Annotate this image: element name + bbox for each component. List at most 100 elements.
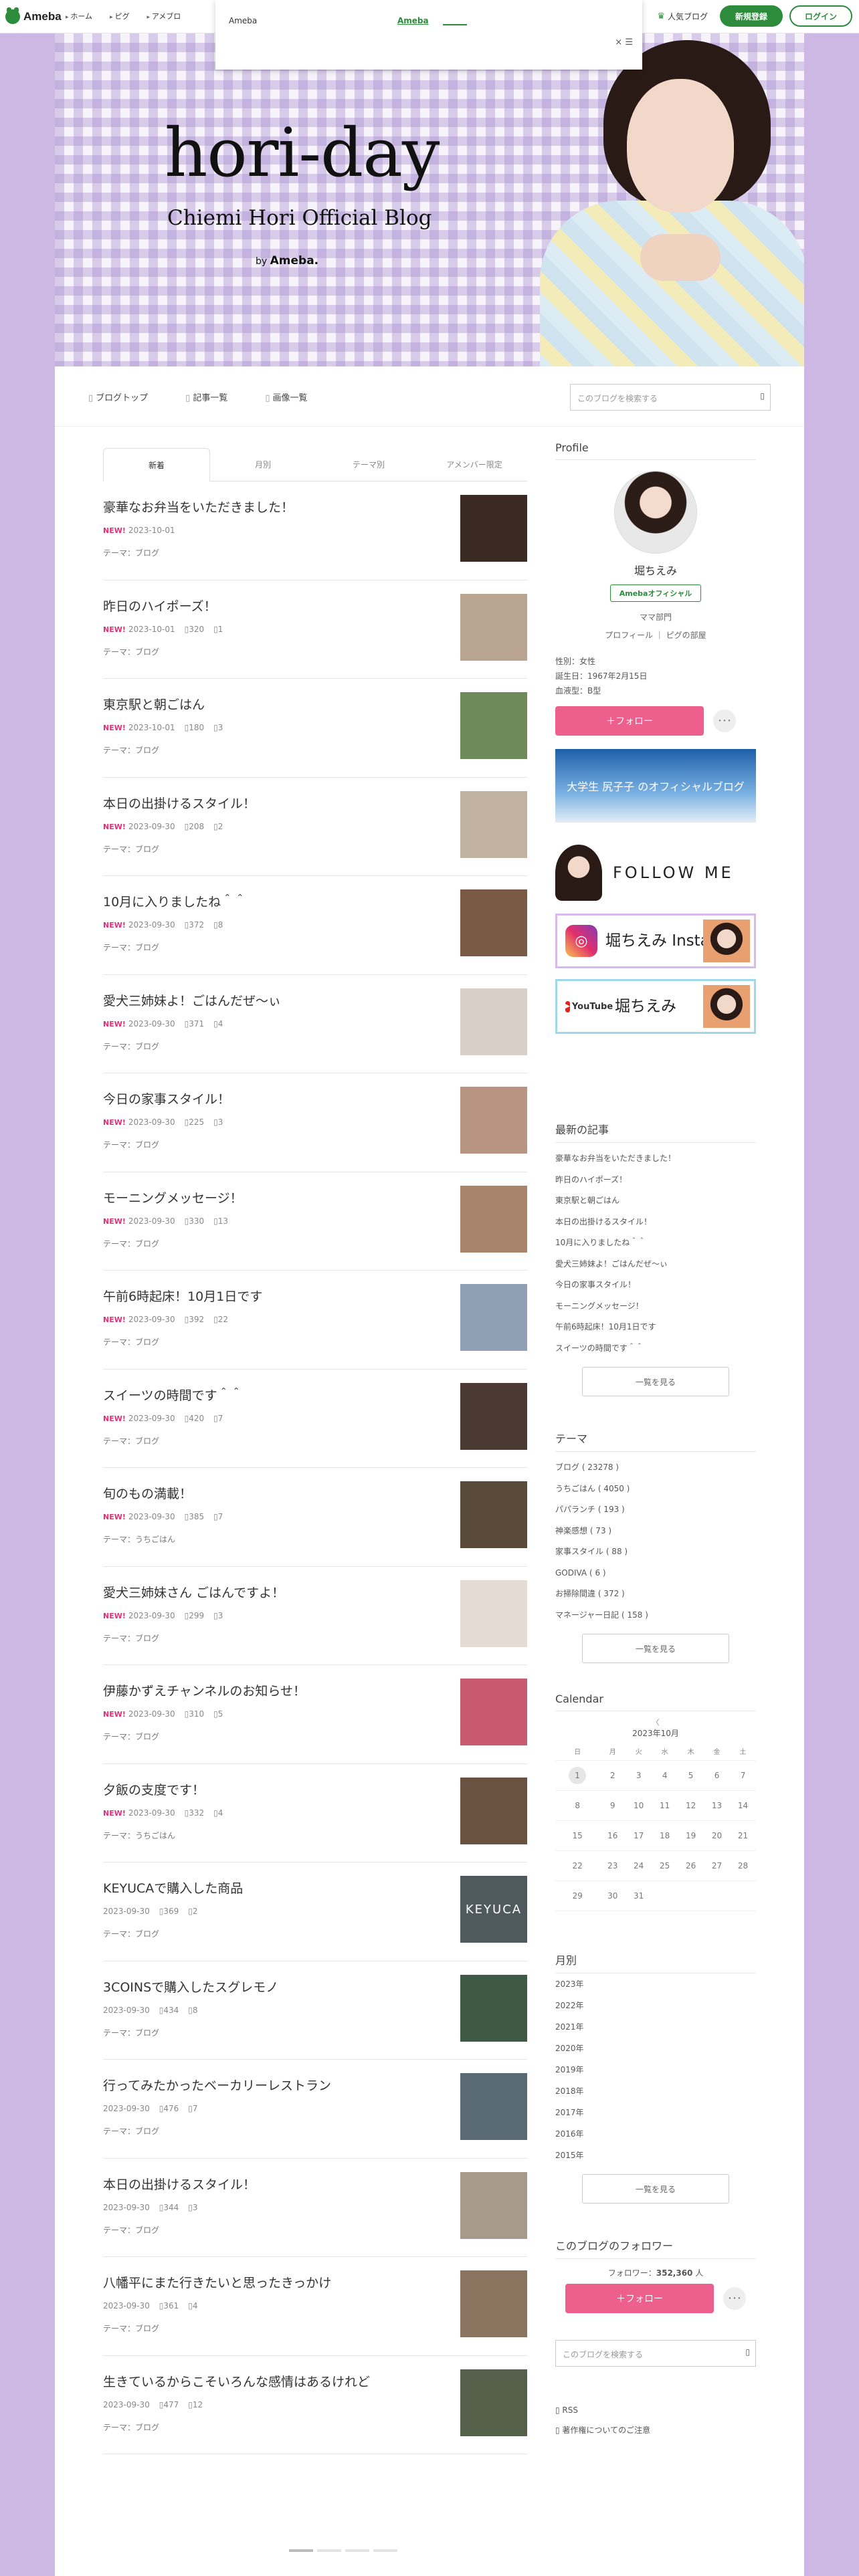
calendar-day[interactable]: 11 [652, 1790, 678, 1821]
entry-thumbnail[interactable] [460, 692, 527, 759]
comment-count[interactable]: ▯13 [213, 1216, 228, 1226]
blog-header-image[interactable]: hori-day Chiemi Hori Official Blog by Am… [55, 33, 804, 366]
entry-thumbnail[interactable] [460, 1087, 527, 1154]
recent-entry-link[interactable]: スイーツの時間です＾＾ [555, 1338, 756, 1360]
like-count[interactable]: ▯344 [159, 2203, 179, 2212]
banner-blog-link[interactable]: 大学生 尻子子 のオフィシャルブログ [555, 749, 756, 823]
list-item[interactable]: 生きているからこそいろんな感情はあるけれど 2023-09-30 ▯477 ▯12 テー… [103, 2356, 527, 2454]
year-link[interactable]: 2023年 [555, 1973, 756, 1995]
entry-title[interactable]: 行ってみたかったベーカリーレストラン [103, 2076, 331, 2094]
calendar-day[interactable]: 17 [626, 1820, 652, 1851]
comment-count[interactable]: ▯12 [188, 2400, 203, 2409]
prev-month-button[interactable]: 〈 [555, 1717, 756, 1727]
year-link[interactable]: 2022年 [555, 1995, 756, 2016]
list-item[interactable]: 東京駅と朝ごはん NEW! 2023-10-01 ▯180 ▯3 テーマ：ブログ [103, 679, 527, 778]
entry-theme[interactable]: テーマ：ブログ [103, 547, 159, 558]
entry-title[interactable]: 本日の出掛けるスタイル！ [103, 2175, 256, 2193]
like-count[interactable]: ▯476 [159, 2104, 179, 2113]
calendar-day[interactable]: 22 [555, 1850, 600, 1881]
list-item[interactable]: モーニングメッセージ！ NEW! 2023-09-30 ▯330 ▯13 テーマ：ブログ [103, 1172, 527, 1271]
comment-count[interactable]: ▯4 [213, 1019, 223, 1029]
like-count[interactable]: ▯371 [185, 1019, 205, 1029]
like-count[interactable]: ▯208 [185, 822, 205, 831]
list-item[interactable]: 今日の家事スタイル！ NEW! 2023-09-30 ▯225 ▯3 テーマ：ブログ [103, 1073, 527, 1172]
calendar-day[interactable]: 18 [652, 1820, 678, 1851]
entry-thumbnail[interactable] [460, 2171, 527, 2239]
entry-thumbnail[interactable]: KEYUCA [460, 1876, 527, 1943]
list-item[interactable]: 豪華なお弁当をいただきました！ NEW! 2023-10-01 テーマ：ブログ [103, 481, 527, 580]
year-link[interactable]: 2019年 [555, 2059, 756, 2080]
recent-entry-link[interactable]: 今日の家事スタイル！ [555, 1275, 756, 1296]
nav-home[interactable]: ホーム [66, 11, 92, 21]
list-item[interactable]: 行ってみたかったベーカリーレストラン 2023-09-30 ▯476 ▯7 テーマ：ブロ… [103, 2060, 527, 2159]
comment-count[interactable]: ▯2 [213, 822, 223, 831]
search-icon[interactable]: ▯ [760, 391, 765, 401]
popular-blog-link[interactable]: ♛ 人気ブログ [657, 11, 708, 22]
entry-title[interactable]: 愛犬三姉妹よ！ごはんだぜ〜ぃ [103, 991, 281, 1009]
comment-count[interactable]: ▯4 [188, 2301, 197, 2311]
calendar-day[interactable]: 9 [599, 1790, 626, 1821]
like-count[interactable]: ▯392 [185, 1315, 205, 1324]
year-link[interactable]: 2017年 [555, 2102, 756, 2123]
popup-close-button[interactable]: × ☰ [615, 37, 633, 47]
login-button[interactable]: ログイン [789, 5, 852, 27]
entry-theme[interactable]: テーマ：ブログ [103, 942, 159, 953]
like-count[interactable]: ▯320 [185, 625, 205, 634]
recent-entry-link[interactable]: 東京駅と朝ごはん [555, 1190, 756, 1212]
theme-link[interactable]: 家事スタイル ( 88 ) [555, 1541, 756, 1563]
calendar-day[interactable]: 7 [730, 1760, 756, 1791]
year-link[interactable]: 2016年 [555, 2123, 756, 2145]
list-item[interactable]: 伊藤かずえチャンネルのお知らせ！ NEW! 2023-09-30 ▯310 ▯5 テーマ：… [103, 1665, 527, 1764]
entry-thumbnail[interactable] [460, 1284, 527, 1351]
like-count[interactable]: ▯434 [159, 2006, 179, 2015]
calendar-day[interactable]: 23 [599, 1850, 626, 1881]
recent-entry-link[interactable]: 豪華なお弁当をいただきました！ [555, 1148, 756, 1170]
theme-more-button[interactable]: 一覧を見る [582, 1634, 729, 1663]
comment-count[interactable]: ▯4 [213, 1808, 223, 1818]
entry-title[interactable]: 本日の出掛けるスタイル！ [103, 794, 256, 812]
entry-theme[interactable]: テーマ：うちごはん [103, 1830, 175, 1841]
register-button[interactable]: 新規登録 [720, 5, 783, 27]
entry-theme[interactable]: テーマ：ブログ [103, 2422, 159, 2433]
entry-title[interactable]: 10月に入りましたね＾＾ [103, 892, 246, 910]
calendar-day[interactable]: 16 [599, 1820, 626, 1851]
entry-thumbnail[interactable] [460, 790, 527, 858]
pager-item[interactable] [373, 2549, 397, 2552]
list-item[interactable]: 10月に入りましたね＾＾ NEW! 2023-09-30 ▯372 ▯8 テーマ：ブログ [103, 876, 527, 975]
entry-title[interactable]: 東京駅と朝ごはん [103, 695, 205, 713]
like-count[interactable]: ▯477 [159, 2400, 179, 2409]
like-count[interactable]: ▯180 [185, 723, 205, 732]
like-count[interactable]: ▯332 [185, 1808, 205, 1818]
entry-thumbnail[interactable] [460, 1382, 527, 1450]
entry-theme[interactable]: テーマ：ブログ [103, 1928, 159, 1939]
comment-count[interactable]: ▯2 [188, 1907, 197, 1916]
pager-item[interactable] [345, 2549, 369, 2552]
entry-theme[interactable]: テーマ：ブログ [103, 1238, 159, 1249]
entry-title[interactable]: 生きているからこそいろんな感情はあるけれど [103, 2372, 370, 2390]
nav-ameblo[interactable]: アメブロ [147, 11, 181, 21]
monthly-more-button[interactable]: 一覧を見る [582, 2173, 729, 2204]
tab-theme[interactable]: テーマ別 [316, 448, 421, 481]
recent-entry-link[interactable]: 愛犬三姉妹よ！ごはんだぜ〜ぃ [555, 1254, 756, 1275]
list-item[interactable]: 本日の出掛けるスタイル！ 2023-09-30 ▯344 ▯3 テーマ：ブログ [103, 2159, 527, 2257]
entry-theme[interactable]: テーマ：ブログ [103, 646, 159, 657]
comment-count[interactable]: ▯3 [213, 723, 223, 732]
year-link[interactable]: 2015年 [555, 2145, 756, 2166]
calendar-day[interactable]: 13 [704, 1790, 731, 1821]
avatar[interactable] [614, 471, 697, 554]
list-item[interactable]: スイーツの時間です＾＾ NEW! 2023-09-30 ▯420 ▯7 テーマ：ブログ [103, 1370, 527, 1468]
banner-youtube[interactable]: ▶ YouTube 堀ちえみ [555, 979, 756, 1034]
entry-title[interactable]: 愛犬三姉妹さん ごはんですよ！ [103, 1583, 284, 1601]
entry-title[interactable]: スイーツの時間です＾＾ [103, 1386, 243, 1404]
entry-title[interactable]: 八幡平にまた行きたいと思ったきっかけ [103, 2273, 331, 2291]
recent-entry-link[interactable]: モーニングメッセージ！ [555, 1296, 756, 1317]
nav-blog-top[interactable]: ▯ ブログトップ [88, 391, 148, 403]
calendar-day[interactable]: 26 [678, 1850, 704, 1881]
menu-icon[interactable]: ☰ [625, 37, 633, 47]
search-icon[interactable]: ▯ [745, 2347, 750, 2357]
entry-thumbnail[interactable] [460, 889, 527, 956]
entry-title[interactable]: 豪華なお弁当をいただきました！ [103, 498, 294, 516]
entry-thumbnail[interactable] [460, 1679, 527, 1745]
list-item[interactable]: 3COINSで購入したスグレモノ 2023-09-30 ▯434 ▯8 テーマ：ブログ [103, 1961, 527, 2060]
theme-link[interactable]: うちごはん ( 4050 ) [555, 1479, 756, 1500]
